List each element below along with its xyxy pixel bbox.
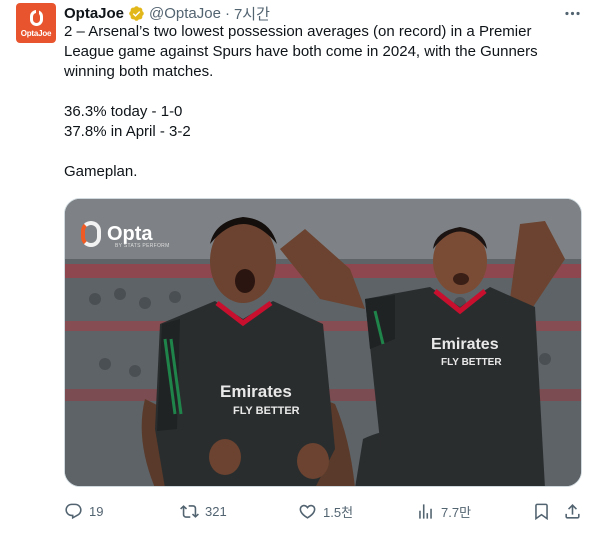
shirt-sponsor-left: Emirates (220, 382, 292, 401)
opta-word: Opta (107, 223, 153, 245)
tweet-line: League game against Spurs have both come… (64, 43, 538, 60)
tweet-text: 2 – Arsenal’s two lowest possession aver… (64, 22, 584, 182)
bookmark-icon (535, 503, 548, 520)
avatar[interactable]: OptaJoe (16, 3, 56, 43)
tweet-line: winning both matches. (64, 63, 214, 80)
share-button[interactable] (563, 500, 582, 522)
like-icon (299, 504, 316, 519)
tweet-card[interactable]: OptaJoe OptaJoe @OptaJoe · 7시간 2 – Arsen… (0, 0, 598, 534)
tweet-stat: 37.8% in April - 3-2 (64, 123, 191, 140)
avatar-label: OptaJoe (20, 29, 52, 38)
opta-sub: BY STATS PERFORM (115, 243, 170, 249)
tweet-stat: 36.3% today - 1-0 (64, 103, 183, 120)
bookmark-button[interactable] (532, 500, 551, 522)
action-bar: 19 321 1.5천 7.7만 (64, 500, 584, 522)
more-icon (564, 11, 580, 15)
display-name[interactable]: OptaJoe (64, 5, 124, 22)
reply-button[interactable]: 19 (64, 500, 103, 522)
views-icon (419, 503, 432, 519)
tweet-line: 2 – Arsenal’s two lowest possession aver… (64, 23, 532, 40)
tweet-line: Gameplan. (64, 163, 138, 180)
retweet-count: 321 (205, 503, 227, 519)
separator-dot: · (224, 4, 230, 22)
shirt-slogan-left: FLY BETTER (233, 405, 300, 417)
reply-icon (65, 503, 82, 519)
opta-logo-icon (30, 10, 43, 26)
opta-logo-icon (81, 221, 101, 247)
shirt-slogan-right: FLY BETTER (441, 357, 502, 368)
tweet-photo[interactable]: Emirates FLY BETTER Emirates FLY BETTER … (64, 198, 582, 487)
retweet-icon (180, 504, 199, 518)
handle[interactable]: @OptaJoe (149, 5, 221, 22)
views-count: 7.7만 (441, 504, 472, 520)
tweet-header: OptaJoe @OptaJoe · 7시간 (64, 3, 270, 23)
like-button[interactable]: 1.5천 (298, 500, 353, 522)
shirt-sponsor-right: Emirates (431, 336, 499, 353)
opta-watermark: Opta BY STATS PERFORM (81, 221, 169, 249)
timestamp[interactable]: 7시간 (234, 3, 270, 24)
share-icon (565, 503, 580, 519)
like-count: 1.5천 (323, 504, 354, 520)
verified-icon (128, 5, 145, 22)
reply-count: 19 (89, 503, 104, 519)
retweet-button[interactable]: 321 (180, 500, 227, 522)
more-button[interactable] (562, 3, 582, 23)
views-button[interactable]: 7.7만 (416, 500, 471, 522)
